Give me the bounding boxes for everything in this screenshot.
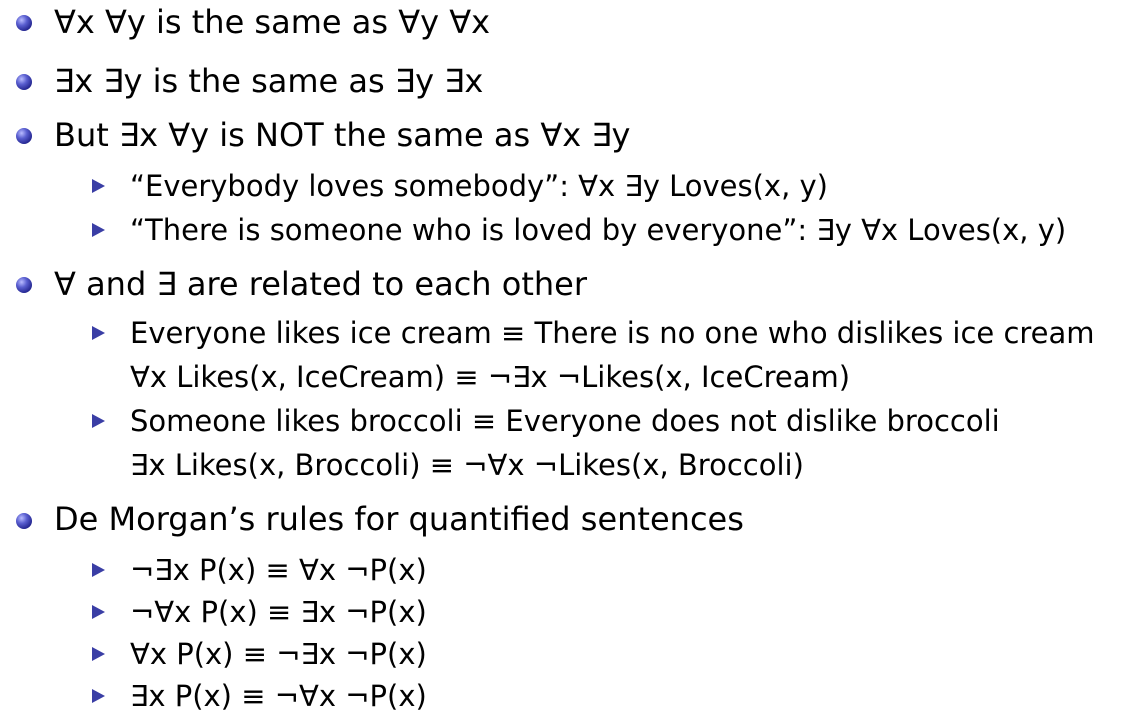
sub-bullet-item: ¬∀x P(x) ≡ ∃x ¬P(x) <box>130 595 427 629</box>
bullet-item: But ∃x ∀y is NOT the same as ∀x ∃y <box>54 116 631 154</box>
slide: ∀x ∀y is the same as ∀y ∀x ∃x ∃y is the … <box>0 0 1140 722</box>
bullet-item: ∃x ∃y is the same as ∃y ∃x <box>54 62 484 100</box>
bullet-item: De Morgan’s rules for quantified sentenc… <box>54 500 744 538</box>
bullet-dot-icon <box>16 15 32 31</box>
bullet-triangle-icon <box>92 223 105 237</box>
sub-bullet-formula: ∃x Likes(x, Broccoli) ≡ ¬∀x ¬Likes(x, Br… <box>130 448 804 482</box>
sub-bullet-item: Everyone likes ice cream ≡ There is no o… <box>130 316 1095 350</box>
bullet-triangle-icon <box>92 179 105 193</box>
sub-bullet-item: “There is someone who is loved by everyo… <box>130 213 1067 247</box>
bullet-triangle-icon <box>92 647 105 661</box>
sub-bullet-formula: ∀x Likes(x, IceCream) ≡ ¬∃x ¬Likes(x, Ic… <box>130 360 851 394</box>
sub-bullet-item: ∃x P(x) ≡ ¬∀x ¬P(x) <box>130 679 427 713</box>
sub-bullet-item: “Everybody loves somebody”: ∀x ∃y Loves(… <box>130 169 828 203</box>
sub-bullet-item: Someone likes broccoli ≡ Everyone does n… <box>130 404 1000 438</box>
sub-bullet-item: ¬∃x P(x) ≡ ∀x ¬P(x) <box>130 553 427 587</box>
bullet-triangle-icon <box>92 689 105 703</box>
bullet-triangle-icon <box>92 605 105 619</box>
bullet-dot-icon <box>16 128 32 144</box>
bullet-item: ∀x ∀y is the same as ∀y ∀x <box>54 3 491 41</box>
bullet-triangle-icon <box>92 326 105 340</box>
bullet-item: ∀ and ∃ are related to each other <box>54 265 587 303</box>
bullet-triangle-icon <box>92 563 105 577</box>
sub-bullet-item: ∀x P(x) ≡ ¬∃x ¬P(x) <box>130 637 427 671</box>
bullet-dot-icon <box>16 277 32 293</box>
bullet-triangle-icon <box>92 414 105 428</box>
bullet-dot-icon <box>16 513 32 529</box>
bullet-dot-icon <box>16 74 32 90</box>
